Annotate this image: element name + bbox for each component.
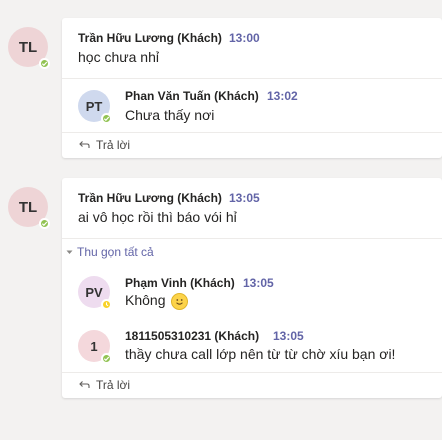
reply-arrow-icon xyxy=(79,141,90,148)
reply-author[interactable]: Phạm Vinh (Khách) xyxy=(125,276,235,290)
reply-button[interactable]: Trả lời xyxy=(78,378,130,392)
avatar[interactable]: 1 xyxy=(78,330,112,364)
reply-time[interactable]: 13:05 xyxy=(273,329,304,343)
divider xyxy=(62,132,442,133)
message-author[interactable]: Trần Hữu Lương (Khách) xyxy=(78,191,222,205)
reply-button[interactable]: Trả lời xyxy=(78,138,130,152)
divider xyxy=(62,372,442,373)
reply-arrow-icon xyxy=(79,381,90,388)
avatar[interactable]: PV xyxy=(78,276,112,310)
avatar[interactable]: TL xyxy=(8,187,50,229)
reply-time[interactable]: 13:02 xyxy=(267,89,298,103)
available-status-icon xyxy=(39,58,50,69)
reply-text: Không xyxy=(125,292,166,308)
reply-author[interactable]: Phan Văn Tuấn (Khách) xyxy=(125,89,259,103)
divider xyxy=(62,238,442,239)
available-status-icon xyxy=(101,113,112,124)
message-time[interactable]: 13:05 xyxy=(229,191,260,205)
chevron-down-icon xyxy=(66,250,73,254)
avatar-initials: TL xyxy=(18,38,38,56)
available-status-icon xyxy=(101,353,112,364)
available-status-icon xyxy=(39,218,50,229)
reply-text: thầy chưa call lớp nên từ từ chờ xíu bạn… xyxy=(125,346,396,362)
reply-label: Trả lời xyxy=(96,138,131,152)
message-author[interactable]: Trần Hữu Lương (Khách) xyxy=(78,31,222,45)
avatar-initials: PV xyxy=(85,284,103,300)
message-text: ai vô học rồi thì báo vói hỉ xyxy=(78,209,237,225)
avatar[interactable]: TL xyxy=(8,27,50,69)
divider xyxy=(62,78,442,79)
message-thread: Trần Hữu Lương (Khách) 13:05 ai vô học r… xyxy=(62,178,442,398)
avatar-initials: PT xyxy=(85,98,103,114)
away-status-icon xyxy=(101,299,112,310)
reply-author[interactable]: 1811505310231 (Khách) xyxy=(125,329,259,343)
smile-emoji-icon xyxy=(171,292,189,310)
collapse-all-label: Thu gọn tất cả xyxy=(77,245,154,259)
message-thread: Trần Hữu Lương (Khách) 13:00 học chưa nh… xyxy=(62,18,442,158)
reply-text-row: Không xyxy=(125,292,189,310)
reply-label: Trả lời xyxy=(96,378,131,392)
collapse-all-button[interactable]: Thu gọn tất cả xyxy=(66,245,154,259)
avatar-initials: TL xyxy=(18,198,38,216)
message-text: học chưa nhỉ xyxy=(78,49,159,65)
avatar[interactable]: PT xyxy=(78,90,112,124)
avatar-initials: 1 xyxy=(90,338,98,354)
reply-time[interactable]: 13:05 xyxy=(243,276,274,290)
message-time[interactable]: 13:00 xyxy=(229,31,260,45)
reply-text: Chưa thấy nơi xyxy=(125,107,215,123)
